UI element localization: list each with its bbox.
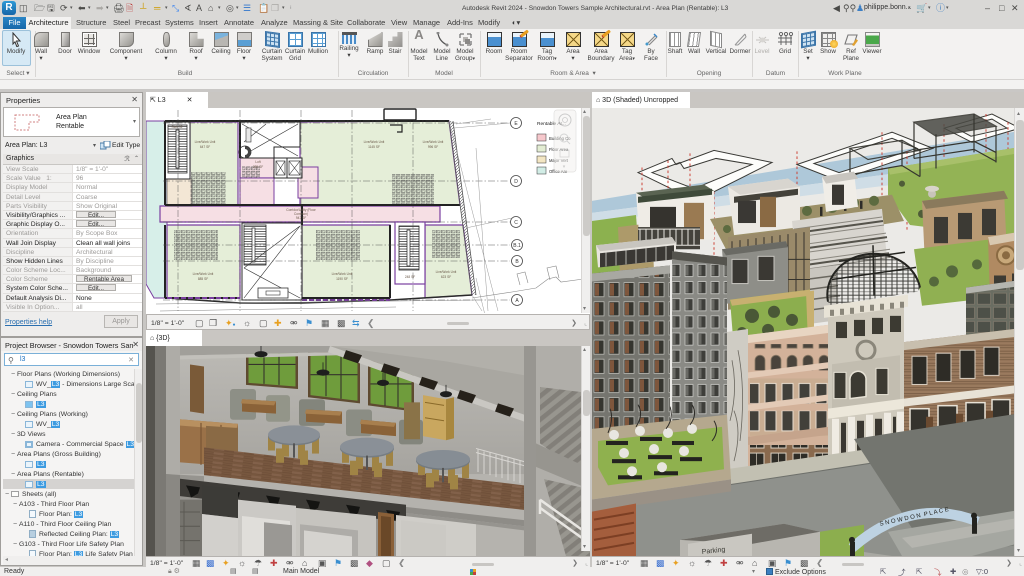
svg-text:289 SF: 289 SF [253,165,263,169]
svg-text:1190 SF: 1190 SF [336,277,348,281]
svg-text:D: D [514,179,518,185]
svg-text:248 SF: 248 SF [405,275,415,279]
svg-text:1145 SF: 1145 SF [368,145,380,149]
svg-text:B.1: B.1 [513,243,521,249]
svg-text:Live/Work Unit: Live/Work Unit [436,270,457,274]
svg-text:Live/Work Unit: Live/Work Unit [193,272,214,276]
svg-text:623 SF: 623 SF [441,275,451,279]
svg-text:Live/Work Unit: Live/Work Unit [332,272,353,276]
svg-text:C: C [514,220,518,226]
svg-text:941 SF: 941 SF [296,216,306,220]
svg-text:Live/Work Unit: Live/Work Unit [423,140,444,144]
svg-text:885 SF: 885 SF [198,277,208,281]
svg-text:Stair 32: Stair 32 [172,125,183,129]
svg-text:996 SF: 996 SF [428,145,438,149]
svg-text:Live/Work Unit: Live/Work Unit [195,140,216,144]
svg-text:Live/Work Unit: Live/Work Unit [364,140,385,144]
svg-text:Loft: Loft [255,160,260,164]
svg-text:647 SF: 647 SF [200,145,210,149]
